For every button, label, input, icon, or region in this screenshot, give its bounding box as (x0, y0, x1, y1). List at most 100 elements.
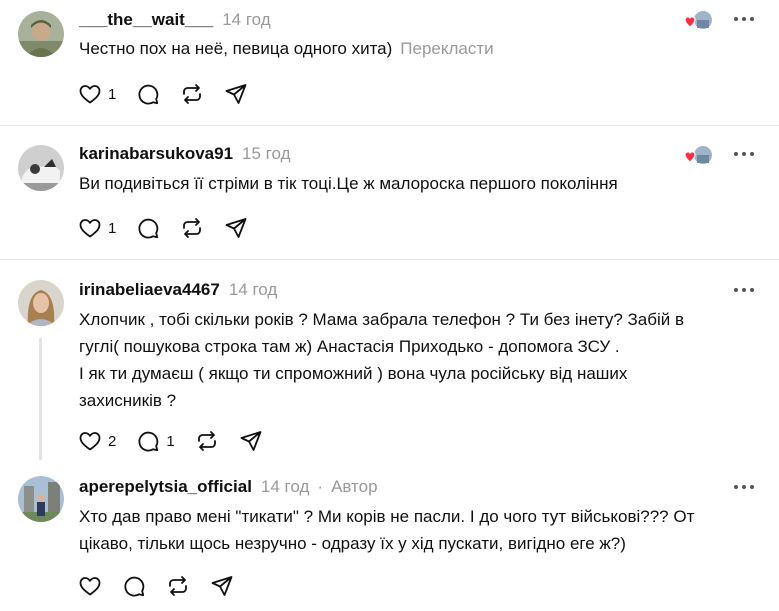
liked-by-author-icon (684, 146, 712, 164)
separator-dot: · (317, 477, 324, 496)
more-dot (742, 288, 746, 292)
avatar[interactable] (18, 145, 64, 191)
comment-text: Честно пох на неё, певица одного хита) Пе… (79, 35, 759, 62)
action-bar (78, 573, 254, 599)
comment-text: Хлопчик , тобі скільки років ? Мама забр… (79, 306, 759, 414)
comment-4-author-reply: aperepelytsia_official 14 год · Автор Хт… (0, 460, 779, 611)
reply-button[interactable] (136, 81, 160, 107)
comment-2: karinabarsukova91 15 год Ви подивіться ї… (0, 126, 779, 259)
comment-text: Хто дав право мені "тикати" ? Ми корів н… (79, 503, 759, 557)
reply-icon (138, 431, 159, 452)
comment-header: aperepelytsia_official 14 год · Автор (79, 475, 378, 499)
username[interactable]: aperepelytsia_official (79, 477, 252, 497)
comment-text: Ви подивіться її стріми в тік тоці.Це ж … (79, 170, 759, 197)
reply-button[interactable]: 1 (136, 428, 175, 454)
like-icon (79, 432, 101, 451)
reply-button[interactable] (122, 573, 146, 599)
more-dot (742, 485, 746, 489)
timestamp[interactable]: 14 год (229, 280, 277, 300)
liked-by-author-badge (683, 144, 713, 168)
comment-header: irinabeliaeva4467 14 год (79, 278, 277, 302)
comment-text-line: Хто дав право мені "тикати" ? Ми корів н… (79, 507, 695, 526)
comment-text-line: цікаво, тільки щось незручно - одразу їх… (79, 534, 626, 553)
repost-icon (197, 431, 216, 451)
share-button[interactable] (224, 81, 248, 107)
reply-icon (138, 218, 159, 239)
thread-line (39, 338, 42, 460)
like-button[interactable] (78, 573, 102, 599)
like-count: 1 (108, 219, 117, 237)
timestamp[interactable]: 15 год (242, 144, 290, 164)
action-bar: 1 (78, 215, 268, 241)
liked-by-author-icon (684, 11, 712, 29)
more-dot (734, 17, 738, 21)
comment-header: karinabarsukova91 15 год (79, 142, 291, 166)
comment-text-line: гуглі( пошукова строка там ж) Анастасія … (79, 337, 620, 356)
comment-text-line: Хлопчик , тобі скільки років ? Мама забр… (79, 310, 685, 329)
like-button[interactable]: 1 (78, 215, 116, 241)
avatar-image (18, 280, 64, 326)
action-bar: 2 1 (78, 428, 283, 454)
more-options-button[interactable] (734, 482, 754, 492)
repost-button[interactable] (166, 573, 190, 599)
share-icon (225, 218, 247, 238)
like-count: 1 (108, 85, 117, 103)
more-dot (742, 152, 746, 156)
reply-icon (124, 576, 145, 597)
like-icon (79, 577, 101, 596)
repost-button[interactable] (195, 428, 219, 454)
share-button[interactable] (239, 428, 263, 454)
repost-icon (183, 84, 202, 104)
author-badge: Автор (331, 477, 378, 496)
username[interactable]: ___the__wait___ (79, 10, 213, 30)
repost-button[interactable] (180, 81, 204, 107)
comment-text-content: Честно пох на неё, певица одного хита) (79, 39, 393, 58)
share-icon (211, 576, 233, 596)
avatar[interactable] (18, 476, 64, 522)
timestamp[interactable]: 14 год (222, 10, 270, 30)
username[interactable]: karinabarsukova91 (79, 144, 233, 164)
comment-text-line: захисників ? (79, 391, 177, 410)
more-dot (734, 288, 738, 292)
avatar[interactable] (18, 280, 64, 326)
reply-icon (138, 84, 159, 105)
share-button[interactable] (224, 215, 248, 241)
avatar-image (18, 11, 64, 57)
repost-icon (169, 576, 187, 596)
share-icon (225, 84, 247, 104)
action-bar: 1 (78, 81, 268, 107)
more-dot (734, 485, 738, 489)
like-icon (79, 219, 101, 238)
more-options-button[interactable] (734, 149, 754, 159)
more-dot (750, 288, 754, 292)
comment-3: irinabeliaeva4467 14 год Хлопчик , тобі … (0, 260, 779, 460)
more-dot (742, 17, 746, 21)
reply-count: 1 (166, 432, 175, 450)
username[interactable]: irinabeliaeva4467 (79, 280, 220, 300)
like-count: 2 (108, 432, 117, 450)
timestamp[interactable]: 14 год (261, 477, 309, 497)
more-dot (750, 152, 754, 156)
more-options-button[interactable] (734, 285, 754, 295)
like-icon (79, 85, 101, 104)
more-dot (734, 152, 738, 156)
share-button[interactable] (210, 573, 234, 599)
liked-by-author-badge (683, 9, 713, 33)
avatar[interactable] (18, 11, 64, 57)
like-button[interactable]: 2 (78, 428, 116, 454)
avatar-image (18, 476, 64, 522)
comment-text-content: Ви подивіться її стріми в тік тоці.Це ж … (79, 174, 618, 193)
more-dot (750, 17, 754, 21)
comment-1: ___the__wait___ 14 год Честно пох на неё… (0, 0, 779, 125)
reply-button[interactable] (136, 215, 160, 241)
avatar-image (18, 145, 64, 191)
comment-text-line: І як ти думаєш ( якщо ти спроможний ) во… (79, 364, 628, 383)
repost-icon (183, 218, 202, 238)
more-dot (750, 485, 754, 489)
translate-link[interactable]: Перекласти (400, 39, 493, 58)
repost-button[interactable] (180, 215, 204, 241)
share-icon (240, 431, 262, 451)
like-button[interactable]: 1 (78, 81, 116, 107)
more-options-button[interactable] (734, 14, 754, 24)
comment-header: ___the__wait___ 14 год (79, 8, 271, 32)
